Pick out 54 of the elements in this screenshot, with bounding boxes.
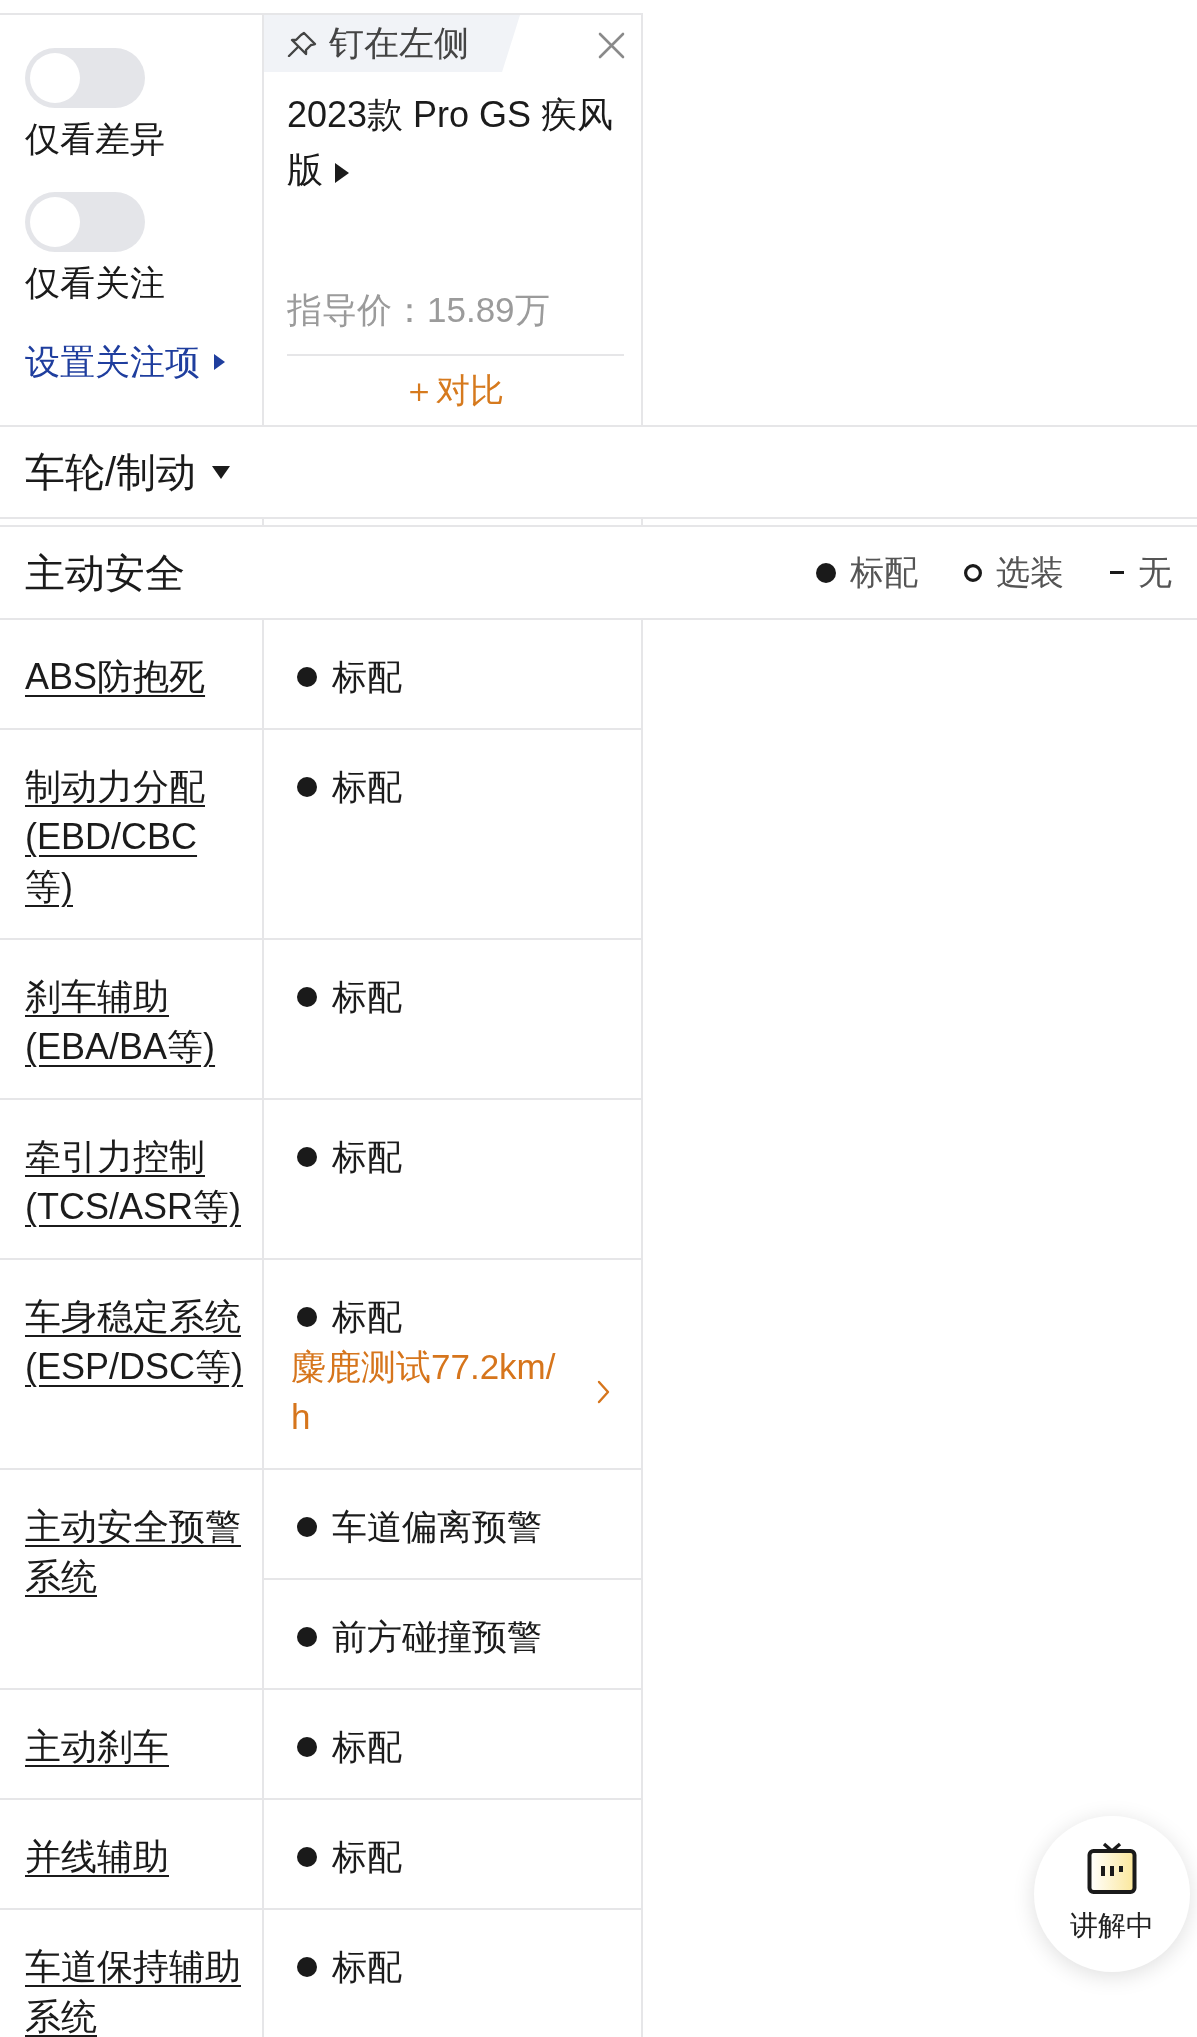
feature-link[interactable]: 牵引力控制(TCS/ASR等) — [25, 1132, 244, 1232]
dot-icon — [297, 1627, 317, 1647]
value-text: 标配 — [332, 1945, 402, 1988]
feature-link[interactable]: 制动力分配(EBD/CBC等) — [25, 762, 244, 912]
feature-link[interactable]: 车身稳定系统(ESP/DSC等) — [25, 1292, 244, 1392]
feature-link[interactable]: 主动安全预警系统 — [25, 1502, 244, 1602]
feature-link[interactable]: ABS防抱死 — [25, 652, 244, 702]
section-dropdown[interactable]: 车轮/制动 — [25, 442, 231, 502]
ring-icon — [964, 563, 982, 582]
dot-icon — [297, 777, 317, 797]
value-text: 标配 — [332, 655, 402, 698]
caret-down-icon — [212, 465, 231, 479]
value-text: 标配 — [332, 975, 402, 1018]
feature-link[interactable]: 车道保持辅助系统 — [25, 1942, 244, 2037]
car-model-link[interactable]: 2023款 Pro GS 疾风版 — [264, 87, 641, 197]
chevron-right-icon — [597, 1380, 610, 1404]
legend-label: 选装 — [996, 552, 1064, 593]
close-button[interactable] — [598, 32, 625, 59]
value-text: 标配 — [332, 765, 402, 808]
dot-icon — [297, 1737, 317, 1757]
value-text: 标配 — [332, 1835, 402, 1878]
price-text: 指导价：15.89万 — [286, 290, 551, 330]
legend-label: 无 — [1138, 552, 1172, 593]
toggle-switch[interactable] — [25, 192, 145, 252]
value-text: 前方碰撞预警 — [332, 1615, 542, 1658]
feature-link[interactable]: 主动刹车 — [25, 1722, 244, 1772]
feature-link[interactable]: 并线辅助 — [25, 1832, 244, 1882]
pin-icon — [287, 30, 317, 57]
dash-icon — [1110, 571, 1124, 574]
caret-right-icon — [214, 354, 225, 370]
value-text: 标配 — [332, 1725, 402, 1768]
group-title: 主动安全 — [25, 549, 185, 597]
close-icon — [598, 32, 625, 59]
tv-icon — [1087, 1841, 1137, 1895]
pin-left-button[interactable]: 钉在左侧 — [264, 15, 520, 72]
explainer-button[interactable]: 讲解中 — [1034, 1816, 1190, 1972]
value-text: 标配 — [332, 1135, 402, 1178]
dot-icon — [297, 1847, 317, 1867]
toggle-label: 仅看差异 — [25, 119, 166, 159]
dot-icon — [297, 987, 317, 1007]
feature-link[interactable]: 刹车辅助(EBA/BA等) — [25, 972, 244, 1072]
caret-right-icon — [335, 163, 349, 183]
toggle-switch[interactable] — [25, 48, 145, 108]
value-text: 车道偏离预警 — [332, 1505, 542, 1548]
dot-icon — [816, 562, 836, 583]
dot-icon — [297, 1307, 317, 1327]
settings-link[interactable]: 设置关注项 — [25, 342, 225, 382]
dot-icon — [297, 1517, 317, 1537]
toggle-label: 仅看关注 — [25, 263, 166, 303]
dot-icon — [297, 1147, 317, 1167]
value-text: 标配 — [332, 1295, 402, 1338]
legend-label: 标配 — [850, 552, 918, 593]
dot-icon — [297, 1957, 317, 1977]
dot-icon — [297, 667, 317, 687]
